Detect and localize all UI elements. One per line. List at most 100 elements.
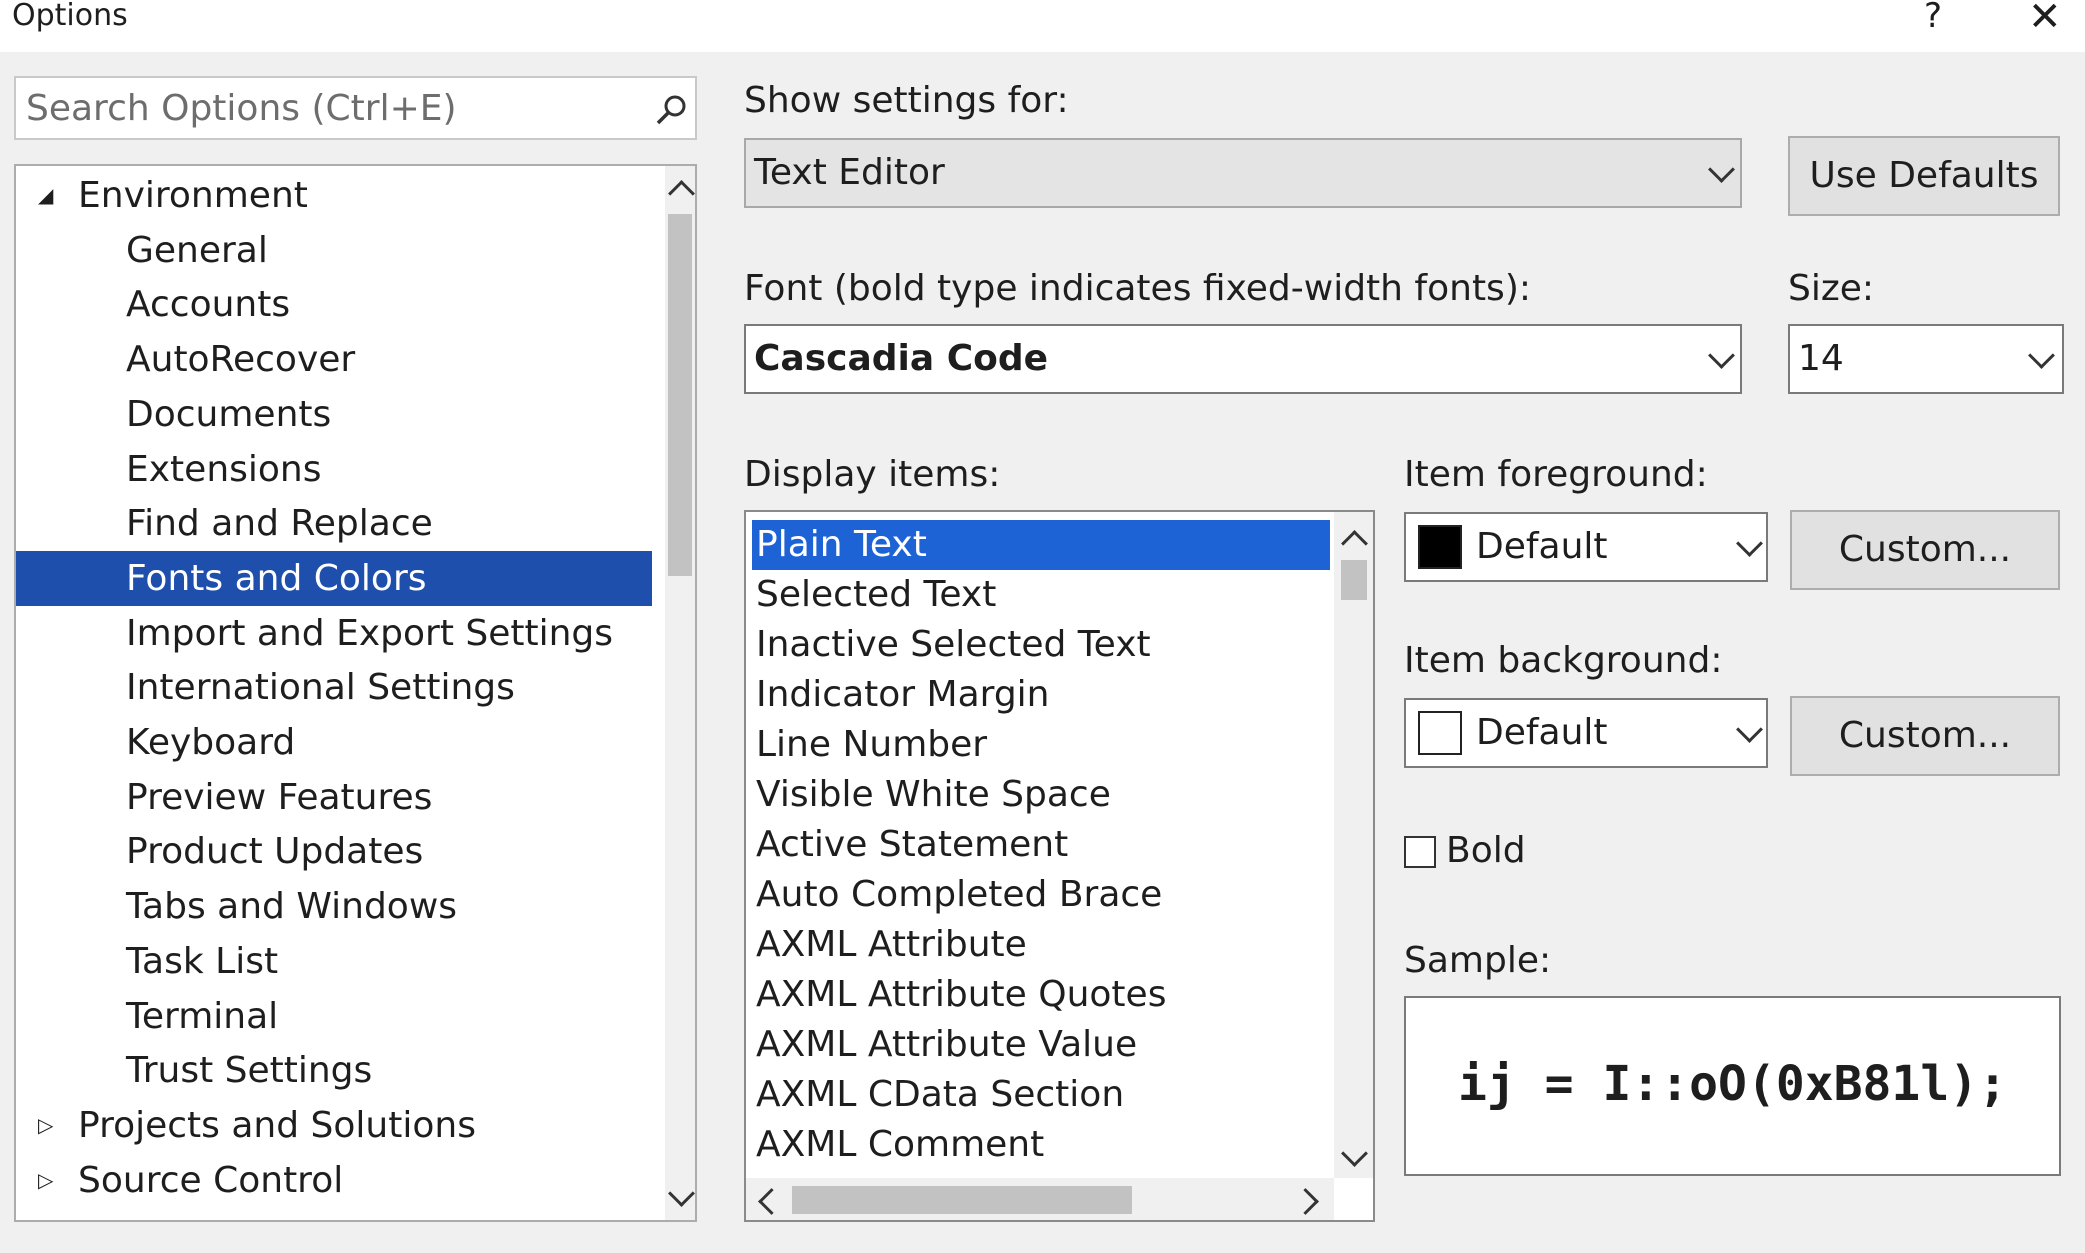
list-hscrollbar-thumb[interactable] <box>792 1186 1132 1214</box>
background-color-swatch <box>1418 711 1462 755</box>
tree-item-label: Environment <box>78 175 308 216</box>
tree-item-label: Projects and Solutions <box>78 1104 476 1146</box>
font-label: Font (bold type indicates fixed-width fo… <box>744 268 1531 309</box>
foreground-custom-button[interactable]: Custom... <box>1790 510 2060 590</box>
use-defaults-button[interactable]: Use Defaults <box>1788 136 2060 216</box>
tree-scrollbar-thumb[interactable] <box>668 214 692 576</box>
item-foreground-dropdown[interactable]: Default <box>1404 512 1768 582</box>
tree-item[interactable]: Product Updates <box>16 824 656 879</box>
bold-checkbox[interactable] <box>1404 836 1436 868</box>
list-item[interactable]: AXML Attribute <box>752 920 1330 970</box>
item-foreground-value: Default <box>1476 526 1608 567</box>
scroll-left-icon[interactable] <box>758 1188 785 1215</box>
tree-item[interactable]: ▷ Source Control <box>16 1153 656 1208</box>
chevron-down-icon <box>1708 342 1735 369</box>
tree-item-label: Extensions <box>126 448 322 490</box>
tree-item[interactable]: ▷ Projects and Solutions <box>16 1098 656 1153</box>
display-items-list[interactable]: Plain Text Selected Text Inactive Selected… <box>744 510 1375 1222</box>
tree-item-label: International Settings <box>126 667 515 709</box>
list-item[interactable]: AXML CData Section <box>752 1070 1330 1120</box>
size-label: Size: <box>1788 268 1875 309</box>
tree-item[interactable]: ◢ Environment <box>16 168 656 223</box>
tree-item-label: Trust Settings <box>126 1050 373 1092</box>
tree-item[interactable]: Find and Replace <box>16 496 656 551</box>
tree-item[interactable]: Documents <box>16 387 656 442</box>
tree-item-label: Tabs and Windows <box>126 886 458 928</box>
tree-item[interactable]: Terminal <box>16 989 656 1044</box>
sample-label: Sample: <box>1404 940 1552 981</box>
search-icon[interactable] <box>654 92 690 128</box>
search-placeholder: Search Options (Ctrl+E) <box>26 88 457 129</box>
tree-item[interactable]: Keyboard <box>16 715 656 770</box>
show-settings-dropdown[interactable]: Text Editor <box>744 138 1742 208</box>
tree-item[interactable]: Tabs and Windows <box>16 879 656 934</box>
tree-item-label: Accounts <box>126 284 291 326</box>
expand-arrow-icon[interactable]: ▷ <box>38 1153 53 1208</box>
scroll-up-icon[interactable] <box>1341 530 1368 557</box>
expand-arrow-icon[interactable]: ▷ <box>38 1098 53 1153</box>
scroll-down-icon[interactable] <box>668 1180 695 1207</box>
tree-item[interactable]: General <box>16 223 656 278</box>
help-button[interactable]: ? <box>1924 0 1942 36</box>
tree-scrollbar[interactable] <box>665 166 695 1220</box>
item-background-value: Default <box>1476 712 1608 753</box>
list-hscrollbar[interactable] <box>746 1178 1334 1220</box>
chevron-down-icon <box>1736 530 1763 557</box>
tree-item-label: AutoRecover <box>126 339 356 381</box>
search-input[interactable]: Search Options (Ctrl+E) <box>14 76 697 140</box>
chevron-down-icon <box>1708 156 1735 183</box>
item-foreground-label: Item foreground: <box>1404 454 1708 495</box>
title-bar: Options ? ✕ <box>0 0 2085 52</box>
tree-item-label: Documents <box>126 393 332 435</box>
list-item[interactable]: Selected Text <box>752 570 1330 620</box>
item-background-dropdown[interactable]: Default <box>1404 698 1768 768</box>
font-value: Cascadia Code <box>754 338 1049 379</box>
tree-item-label: Import and Export Settings <box>126 612 614 654</box>
tree-item[interactable]: Preview Features <box>16 770 656 825</box>
list-item[interactable]: AXML Comment <box>752 1120 1330 1170</box>
sample-text: ij = I::oO(0xB81l); <box>1457 1056 2008 1112</box>
size-value: 14 <box>1798 338 1844 379</box>
tree-item-label: Terminal <box>126 995 279 1037</box>
list-item[interactable]: Visible White Space <box>752 770 1330 820</box>
list-item[interactable]: Active Statement <box>752 820 1330 870</box>
list-item[interactable]: Plain Text <box>752 520 1330 570</box>
tree-item[interactable]: Fonts and Colors <box>16 550 652 606</box>
list-vscrollbar[interactable] <box>1334 512 1373 1178</box>
list-item[interactable]: AXML Attribute Value <box>752 1020 1330 1070</box>
chevron-down-icon <box>2028 342 2055 369</box>
item-background-label: Item background: <box>1404 640 1723 681</box>
tree-item[interactable]: Accounts <box>16 277 656 332</box>
tree-item-label: Task List <box>126 940 279 982</box>
list-scrollbar-thumb[interactable] <box>1341 560 1367 600</box>
tree-item-label: Fonts and Colors <box>126 557 427 599</box>
sample-preview: ij = I::oO(0xB81l); <box>1404 996 2061 1176</box>
tree-item-label: Keyboard <box>126 722 296 763</box>
list-item[interactable]: Inactive Selected Text <box>752 620 1330 670</box>
window-title: Options <box>12 0 128 33</box>
tree-item[interactable]: Trust Settings <box>16 1043 656 1098</box>
options-tree[interactable]: ◢ Environment General Accounts AutoRecover Do… <box>14 164 697 1222</box>
show-settings-label: Show settings for: <box>744 80 1069 121</box>
tree-item[interactable]: Extensions <box>16 442 656 497</box>
size-dropdown[interactable]: 14 <box>1788 324 2064 394</box>
tree-item[interactable]: Import and Export Settings <box>16 606 656 661</box>
tree-item[interactable]: International Settings <box>16 660 656 715</box>
tree-item[interactable]: Task List <box>16 934 656 989</box>
close-button[interactable]: ✕ <box>2028 0 2062 40</box>
scroll-right-icon[interactable] <box>1292 1188 1319 1215</box>
chevron-down-icon <box>1736 716 1763 743</box>
tree-item[interactable]: AutoRecover <box>16 332 656 387</box>
font-dropdown[interactable]: Cascadia Code <box>744 324 1742 394</box>
list-item[interactable]: Indicator Margin <box>752 670 1330 720</box>
scroll-up-icon[interactable] <box>668 180 695 207</box>
collapse-arrow-icon[interactable]: ◢ <box>38 168 53 223</box>
bold-label[interactable]: Bold <box>1446 830 1526 871</box>
list-item[interactable]: Line Number <box>752 720 1330 770</box>
list-item[interactable]: Auto Completed Brace <box>752 870 1330 920</box>
tree-item-label: Find and Replace <box>126 503 433 545</box>
display-items-label: Display items: <box>744 454 1001 495</box>
scroll-down-icon[interactable] <box>1341 1140 1368 1167</box>
background-custom-button[interactable]: Custom... <box>1790 696 2060 776</box>
list-item[interactable]: AXML Attribute Quotes <box>752 970 1330 1020</box>
